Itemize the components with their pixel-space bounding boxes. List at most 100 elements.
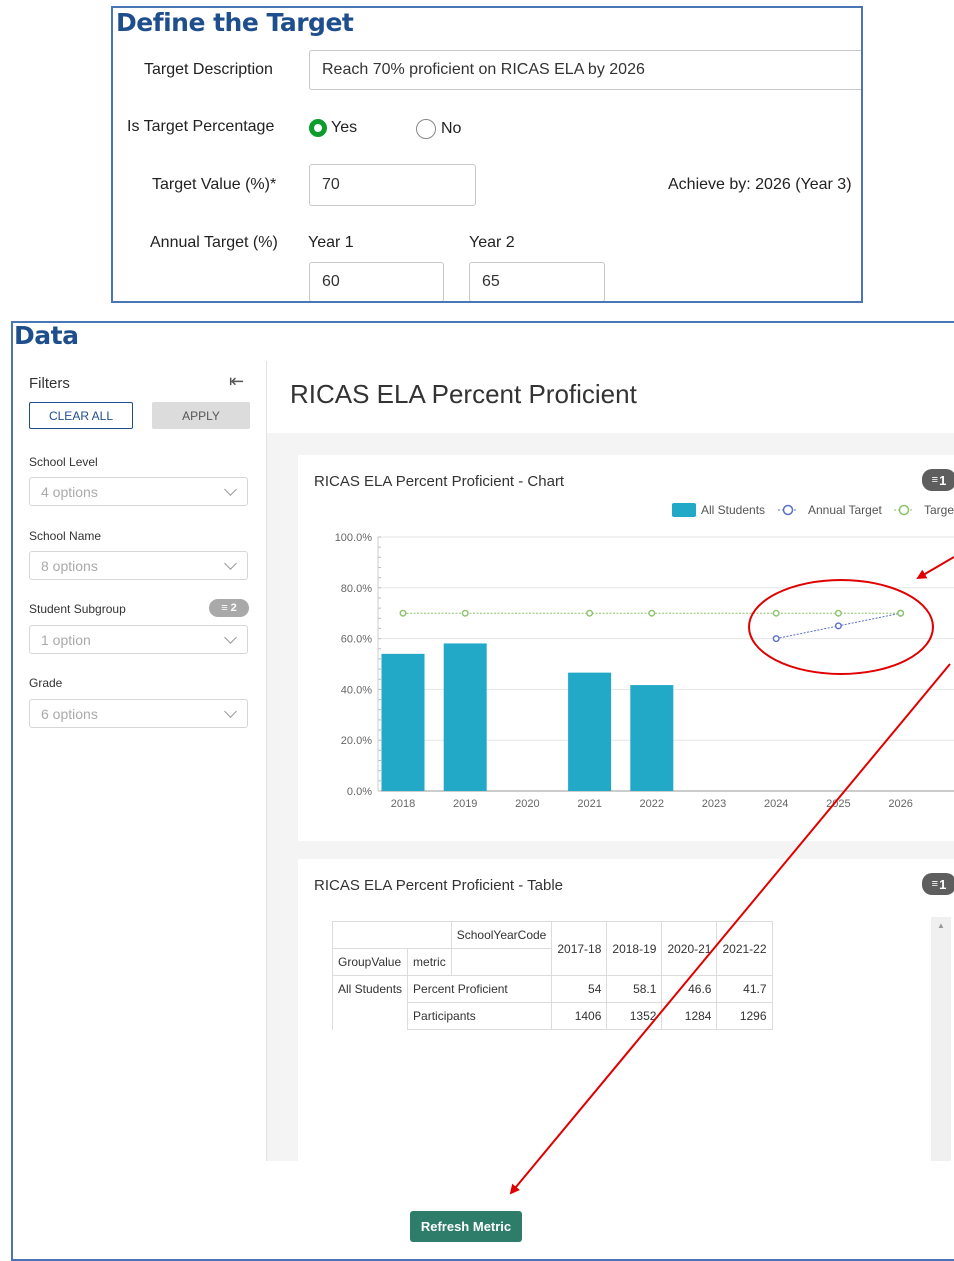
student-subgroup-select[interactable]: 1 option	[29, 625, 248, 654]
point-target	[897, 609, 905, 617]
radio-no-icon[interactable]	[416, 119, 436, 139]
legend-label: Annual Target	[808, 503, 883, 517]
legend-label: All Students	[701, 503, 765, 517]
table-card: RICAS ELA Percent Proficient - Table ≡ 1…	[298, 859, 954, 1161]
table-empty-cell	[450, 948, 553, 976]
subgroup-badge-count: 2	[230, 602, 237, 614]
year-1-input[interactable]: 60	[309, 262, 444, 301]
target-value-input[interactable]: 70	[309, 164, 476, 206]
col-header: 2021-22	[716, 921, 773, 976]
x-tick-label: 2025	[826, 798, 850, 810]
is-target-percentage-label: Is Target Percentage	[127, 118, 275, 135]
define-target-panel: Define the Target Target Description Rea…	[111, 6, 863, 303]
data-panel: Data Filters ⇤ CLEAR ALL APPLY School Le…	[11, 321, 954, 1261]
filter-icon: ≡	[931, 878, 939, 890]
x-tick-label: 2021	[577, 798, 601, 810]
point-target	[834, 609, 842, 617]
chart-plot: 0.0% 20.0% 40.0% 60.0% 80.0% 100.0% 2018 2019 20…	[335, 503, 954, 810]
school-level-value: 4 options	[41, 483, 98, 500]
grade-label: Grade	[29, 676, 63, 690]
table-row: All Students Percent Proficient 54 58.1 …	[331, 975, 773, 1030]
bar-all-students	[630, 685, 674, 791]
chevron-down-icon	[224, 483, 237, 496]
value-cell: 58.1	[606, 975, 663, 1003]
y-tick-label: 40.0%	[341, 684, 372, 696]
apply-button[interactable]: APPLY	[152, 402, 250, 429]
radio-no[interactable]: No	[416, 119, 461, 139]
table-scrollbar[interactable]: ▲	[931, 917, 951, 1161]
clear-all-button[interactable]: CLEAR ALL	[29, 402, 133, 429]
radio-yes-label: Yes	[331, 119, 358, 136]
point-target	[461, 609, 469, 617]
value-cell: 1406	[551, 1002, 608, 1030]
table-filter-count: 1	[939, 876, 947, 892]
pivot-table: SchoolYearCode 2017-18 2018-19 2020-21 2…	[331, 921, 773, 1030]
point-target	[772, 609, 780, 617]
legend-marker	[782, 504, 794, 516]
year-2-label: Year 2	[469, 234, 515, 251]
year-2-input[interactable]: 65	[469, 262, 605, 301]
metric-cell: Percent Proficient	[407, 975, 553, 1003]
x-tick-label: 2018	[391, 798, 415, 810]
target-value-label: Target Value (%)*	[152, 176, 277, 193]
filter-icon: ≡	[221, 602, 228, 614]
target-description-input[interactable]: Reach 70% proficient on RICAS ELA by 202…	[309, 50, 861, 90]
scroll-up-icon[interactable]: ▲	[931, 921, 951, 930]
x-tick-label: 2023	[702, 798, 726, 810]
y-tick-label: 100.0%	[335, 532, 373, 544]
point-target	[586, 609, 594, 617]
radio-no-label: No	[441, 120, 462, 137]
collapse-panel-icon[interactable]: ⇤	[229, 371, 244, 392]
col-header: 2017-18	[551, 921, 608, 976]
target-description-label: Target Description	[144, 61, 273, 78]
table-filter-button[interactable]: ≡ 1	[922, 873, 954, 895]
annual-target-label: Annual Target (%)	[150, 234, 278, 251]
row-header: metric	[407, 948, 452, 976]
legend-label: Target	[924, 503, 954, 517]
filters-title: Filters	[29, 375, 70, 392]
value-cell: 1296	[716, 1002, 773, 1030]
x-tick-label: 2024	[764, 798, 788, 810]
refresh-metric-button[interactable]: Refresh Metric	[410, 1211, 522, 1242]
value-cell: 41.7	[716, 975, 773, 1003]
chevron-down-icon	[224, 705, 237, 718]
group-cell: All Students	[331, 975, 409, 1030]
y-tick-label: 60.0%	[341, 634, 372, 646]
x-tick-label: 2019	[453, 798, 477, 810]
x-tick-label: 2020	[515, 798, 539, 810]
school-name-value: 8 options	[41, 557, 98, 574]
legend-swatch	[672, 503, 696, 517]
bar-all-students	[568, 672, 612, 791]
x-tick-label: 2026	[888, 798, 912, 810]
point-annual-target	[772, 635, 780, 643]
value-cell: 1352	[606, 1002, 663, 1030]
student-subgroup-value: 1 option	[41, 631, 91, 648]
main-content: RICAS ELA Percent Proficient RICAS ELA P…	[267, 361, 954, 1161]
value-cell: 54	[551, 975, 608, 1003]
y-tick-label: 80.0%	[341, 583, 372, 595]
school-name-select[interactable]: 8 options	[29, 551, 248, 580]
year-1-label: Year 1	[308, 234, 354, 251]
chart-card: RICAS ELA Percent Proficient - Chart ≡ 1…	[298, 455, 954, 841]
school-name-label: School Name	[29, 529, 102, 543]
define-target-heading: Define the Target	[116, 8, 354, 37]
point-target	[648, 609, 656, 617]
student-subgroup-label: Student Subgroup	[29, 602, 126, 616]
x-tick-label: 2022	[640, 798, 664, 810]
grade-select[interactable]: 6 options	[29, 699, 248, 728]
legend-marker	[898, 504, 910, 516]
value-cell: 46.6	[661, 975, 718, 1003]
bar-all-students	[381, 653, 425, 791]
subgroup-filter-badge: ≡ 2	[209, 599, 249, 617]
radio-yes-icon[interactable]	[309, 119, 327, 137]
radio-yes[interactable]: Yes	[309, 119, 357, 137]
grade-value: 6 options	[41, 705, 98, 722]
point-target	[399, 609, 407, 617]
y-tick-label: 0.0%	[347, 786, 372, 798]
col-header: 2018-19	[606, 921, 663, 976]
page-title: RICAS ELA Percent Proficient	[290, 379, 637, 409]
row-header: GroupValue	[331, 948, 409, 976]
col-header: 2020-21	[661, 921, 718, 976]
table-title: RICAS ELA Percent Proficient - Table	[314, 877, 564, 894]
school-level-select[interactable]: 4 options	[29, 477, 248, 506]
